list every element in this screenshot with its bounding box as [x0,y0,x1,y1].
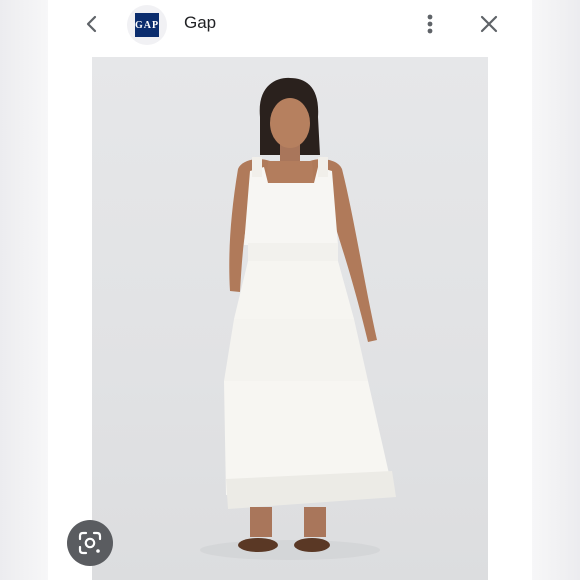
product-image[interactable] [92,57,488,580]
left-backdrop [0,0,48,580]
chevron-left-icon [86,15,97,33]
more-options-button[interactable] [417,10,443,38]
gap-logo: GAP [135,13,159,37]
lens-button[interactable] [67,520,113,566]
source-title: Gap [184,13,217,32]
close-button[interactable] [475,10,503,38]
top-bar [48,0,532,52]
google-lens-icon [78,531,102,555]
product-photo [200,77,396,560]
right-backdrop [532,0,580,580]
back-button[interactable] [78,10,106,38]
more-vert-icon [427,14,433,34]
source-logo: GAP [127,5,167,45]
close-icon [480,15,498,33]
